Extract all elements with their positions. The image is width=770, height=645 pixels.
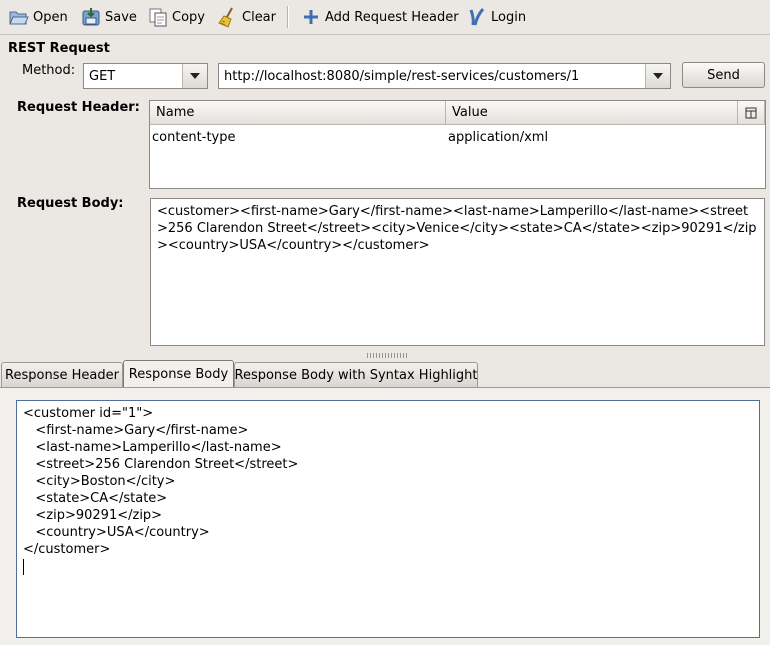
header-value-cell[interactable]: application/xml [446,127,738,147]
copy-icon [149,8,167,27]
text-caret [23,558,24,575]
request-header-label: Request Header: [17,100,140,115]
response-body-text: <customer id="1"> <first-name>Gary</firs… [23,406,299,557]
broom-icon [218,7,233,28]
copy-button[interactable]: Copy [145,4,207,30]
column-control-button[interactable] [738,101,765,125]
tab-response-header[interactable]: Response Header [1,362,123,387]
open-label: Open [33,9,68,25]
column-header-name[interactable]: Name [150,101,446,125]
save-button[interactable]: Save [78,4,139,30]
url-value: http://localhost:8080/simple/rest-servic… [224,68,580,84]
column-header-value[interactable]: Value [446,101,738,125]
splitter-grip[interactable] [367,353,407,358]
request-body-label: Request Body: [17,196,124,211]
login-button[interactable]: Login [464,4,528,30]
method-select[interactable]: GET [83,63,208,89]
method-value: GET [89,68,116,84]
request-body-editor[interactable]: <customer><first-name>Gary</first-name><… [150,198,765,346]
toolbar-divider [0,34,770,35]
section-title: REST Request [8,41,110,56]
login-icon [469,8,485,26]
send-button[interactable]: Send [682,62,765,88]
clear-label: Clear [242,9,276,25]
folder-open-icon [9,11,29,25]
table-columns-icon [745,107,757,118]
method-label: Method: [22,63,76,78]
clear-button[interactable]: Clear [215,4,278,30]
save-label: Save [105,9,137,25]
url-combo[interactable]: http://localhost:8080/simple/rest-servic… [218,63,671,89]
chevron-down-icon[interactable] [182,64,207,88]
tab-response-body-syntax[interactable]: Response Body with Syntax Highlight [234,362,478,387]
copy-label: Copy [172,9,205,25]
request-header-table[interactable]: Name Value content-type application/xml [149,100,766,189]
header-name-cell[interactable]: content-type [150,127,446,147]
tab-response-body[interactable]: Response Body [123,360,234,388]
toolbar: Open Save Copy Clear Add Request Header [0,0,770,34]
open-button[interactable]: Open [6,4,70,30]
save-icon [82,8,100,26]
login-label: Login [491,9,527,25]
plus-icon [304,10,318,24]
add-request-header-label: Add Request Header [325,9,459,25]
chevron-down-icon[interactable] [645,64,670,88]
response-body-editor[interactable]: <customer id="1"> <first-name>Gary</firs… [16,400,760,638]
toolbar-separator [287,6,289,28]
add-request-header-button[interactable]: Add Request Header [298,4,461,30]
